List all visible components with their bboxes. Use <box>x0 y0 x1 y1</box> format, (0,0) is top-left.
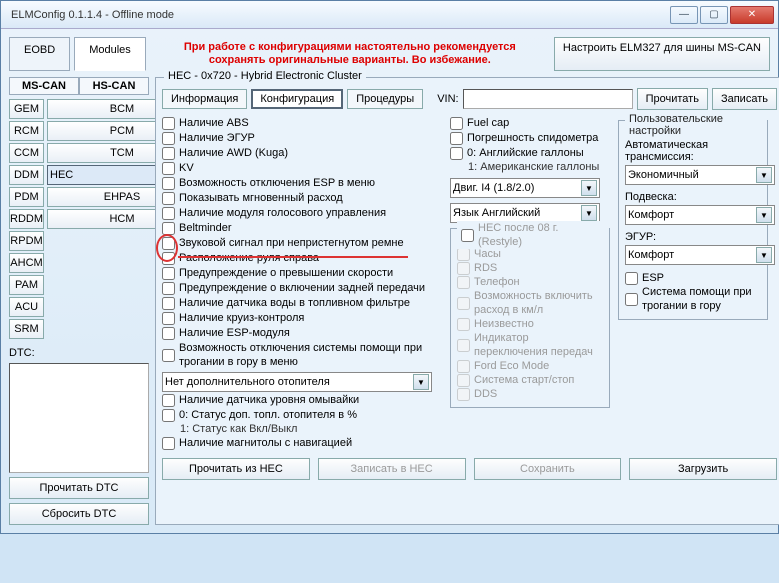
heater-select[interactable]: Нет дополнительного отопителя▼ <box>162 372 432 392</box>
config-checkbox[interactable]: Наличие датчика уровня омывайки <box>162 393 442 407</box>
config-checkbox[interactable]: Наличие магнитолы с навигацией <box>162 436 442 450</box>
config-checkbox[interactable]: 0: Статус доп. топл. отопителя в % <box>162 408 442 422</box>
chevron-down-icon: ▼ <box>756 207 772 223</box>
app-window: ELMConfig 0.1.1.4 - Offline mode — ▢ ✕ E… <box>0 0 779 534</box>
restyle-item-checkbox: Ford Eco Mode <box>457 359 603 373</box>
module-ahcm[interactable]: AHCM <box>9 253 44 273</box>
config-checkbox[interactable]: Fuel cap <box>450 116 610 130</box>
left-column: MS-CAN HS-CAN GEMRCMCCMDDMPDMRDDMRPDMAHC… <box>9 77 149 525</box>
module-srm[interactable]: SRM <box>9 319 44 339</box>
dtc-label: DTC: <box>9 347 149 359</box>
read-vin-button[interactable]: Прочитать <box>637 88 708 110</box>
config-checkbox[interactable]: Наличие AWD (Kuga) <box>162 146 442 160</box>
reset-dtc-button[interactable]: Сбросить DTC <box>9 503 149 525</box>
config-checkbox[interactable]: Возможность отключения ESP в меню <box>162 176 442 190</box>
engine-select[interactable]: Двиг. I4 (1.8/2.0)▼ <box>450 178 600 198</box>
chevron-down-icon: ▼ <box>756 167 772 183</box>
module-ccm[interactable]: CCM <box>9 143 44 163</box>
info-line: 1: Американские галлоны <box>468 161 610 173</box>
module-acu[interactable]: ACU <box>9 297 44 317</box>
write-vin-button[interactable]: Записать <box>712 88 777 110</box>
module-rcm[interactable]: RCM <box>9 121 44 141</box>
restyle-group: HEC после 08 г. (Restyle)ЧасыRDSТелефонВ… <box>450 228 610 408</box>
restyle-item-checkbox: Индикатор переключения передач <box>457 331 603 359</box>
config-checkbox[interactable]: Наличие датчика воды в топливном фильтре <box>162 296 442 310</box>
minimize-button[interactable]: — <box>670 6 698 24</box>
restyle-item-checkbox: Система старт/стоп <box>457 373 603 387</box>
egur-label: ЭГУР: <box>625 231 761 243</box>
hill-assist-checkbox[interactable]: Система помощи при трогании в гору <box>625 285 761 313</box>
read-dtc-button[interactable]: Прочитать DTC <box>9 477 149 499</box>
warning-text: При работе с конфигурациями настоятельно… <box>150 37 550 71</box>
config-checkbox[interactable]: Beltminder <box>162 221 442 235</box>
config-checkbox[interactable]: Предупреждение о превышении скорости <box>162 266 442 280</box>
dtc-listbox[interactable] <box>9 363 149 473</box>
config-checkbox[interactable]: Звуковой сигнал при непристегнутом ремне <box>162 236 442 250</box>
tab-eobd[interactable]: EOBD <box>9 37 70 71</box>
egur-select[interactable]: Комфорт▼ <box>625 245 775 265</box>
module-rddm[interactable]: RDDM <box>9 209 44 229</box>
window-title: ELMConfig 0.1.1.4 - Offline mode <box>5 9 670 21</box>
subtab-proc[interactable]: Процедуры <box>347 89 423 109</box>
chevron-down-icon: ▼ <box>413 374 429 390</box>
save-button[interactable]: Сохранить <box>474 458 622 480</box>
trans-label: Автоматическая трансмиссия: <box>625 139 761 163</box>
bus-hs-header: HS-CAN <box>79 77 149 95</box>
config-checkbox[interactable]: KV <box>162 161 442 175</box>
config-checkbox[interactable]: Расположение руля справа <box>162 251 442 265</box>
load-button[interactable]: Загрузить <box>629 458 777 480</box>
info-line: 1: Статус как Вкл/Выкл <box>180 423 442 435</box>
vin-label: VIN: <box>437 93 458 105</box>
module-ddm[interactable]: DDM <box>9 165 44 185</box>
restyle-checkbox[interactable]: HEC после 08 г. (Restyle) <box>457 221 609 249</box>
user-settings-group: Пользовательские настройки Автоматическа… <box>618 120 768 320</box>
config-checkbox[interactable]: Погрешность спидометра <box>450 131 610 145</box>
config-checkbox[interactable]: Наличие круиз-контроля <box>162 311 442 325</box>
module-panel: HEC - 0x720 - Hybrid Electronic Cluster … <box>155 77 779 525</box>
module-pam[interactable]: PAM <box>9 275 44 295</box>
titlebar: ELMConfig 0.1.1.4 - Offline mode — ▢ ✕ <box>1 1 778 29</box>
lang-select[interactable]: Язык Английский▼ <box>450 203 600 223</box>
restyle-item-checkbox: Часы <box>457 247 603 261</box>
esp-checkbox[interactable]: ESP <box>625 271 761 285</box>
config-checkbox[interactable]: Наличие ЭГУР <box>162 131 442 145</box>
susp-label: Подвеска: <box>625 191 761 203</box>
restyle-item-checkbox: Телефон <box>457 275 603 289</box>
write-to-hec-button[interactable]: Записать в HEC <box>318 458 466 480</box>
config-checkbox[interactable]: 0: Английские галлоны <box>450 146 610 160</box>
close-button[interactable]: ✕ <box>730 6 774 24</box>
chevron-down-icon: ▼ <box>756 247 772 263</box>
subtab-config[interactable]: Конфигурация <box>251 89 343 109</box>
config-checkbox[interactable]: Предупреждение о включении задней переда… <box>162 281 442 295</box>
config-checkbox[interactable]: Наличие ESP-модуля <box>162 326 442 340</box>
panel-title: HEC - 0x720 - Hybrid Electronic Cluster <box>164 70 366 82</box>
module-rpdm[interactable]: RPDM <box>9 231 44 251</box>
maximize-button[interactable]: ▢ <box>700 6 728 24</box>
bus-ms-header: MS-CAN <box>9 77 79 95</box>
config-checkbox[interactable]: Показывать мгновенный расход <box>162 191 442 205</box>
restyle-item-checkbox: RDS <box>457 261 603 275</box>
restyle-item-checkbox: Возможность включить расход в км/л <box>457 289 603 317</box>
tab-modules[interactable]: Modules <box>74 37 146 71</box>
config-checkbox[interactable]: Возможность отключения системы помощи пр… <box>162 341 442 369</box>
config-checkbox[interactable]: Наличие ABS <box>162 116 442 130</box>
module-gem[interactable]: GEM <box>9 99 44 119</box>
vin-input[interactable] <box>463 89 633 109</box>
trans-select[interactable]: Экономичный▼ <box>625 165 775 185</box>
restyle-item-checkbox: DDS <box>457 387 603 401</box>
module-pdm[interactable]: PDM <box>9 187 44 207</box>
chevron-down-icon: ▼ <box>581 180 597 196</box>
user-settings-title: Пользовательские настройки <box>625 113 767 137</box>
configure-elm327-button[interactable]: Настроить ELM327 для шины MS-CAN <box>554 37 770 71</box>
chevron-down-icon: ▼ <box>581 205 597 221</box>
susp-select[interactable]: Комфорт▼ <box>625 205 775 225</box>
config-checkbox[interactable]: Наличие модуля голосового управления <box>162 206 442 220</box>
read-from-hec-button[interactable]: Прочитать из HEC <box>162 458 310 480</box>
restyle-item-checkbox: Неизвестно <box>457 317 603 331</box>
subtab-info[interactable]: Информация <box>162 89 247 109</box>
